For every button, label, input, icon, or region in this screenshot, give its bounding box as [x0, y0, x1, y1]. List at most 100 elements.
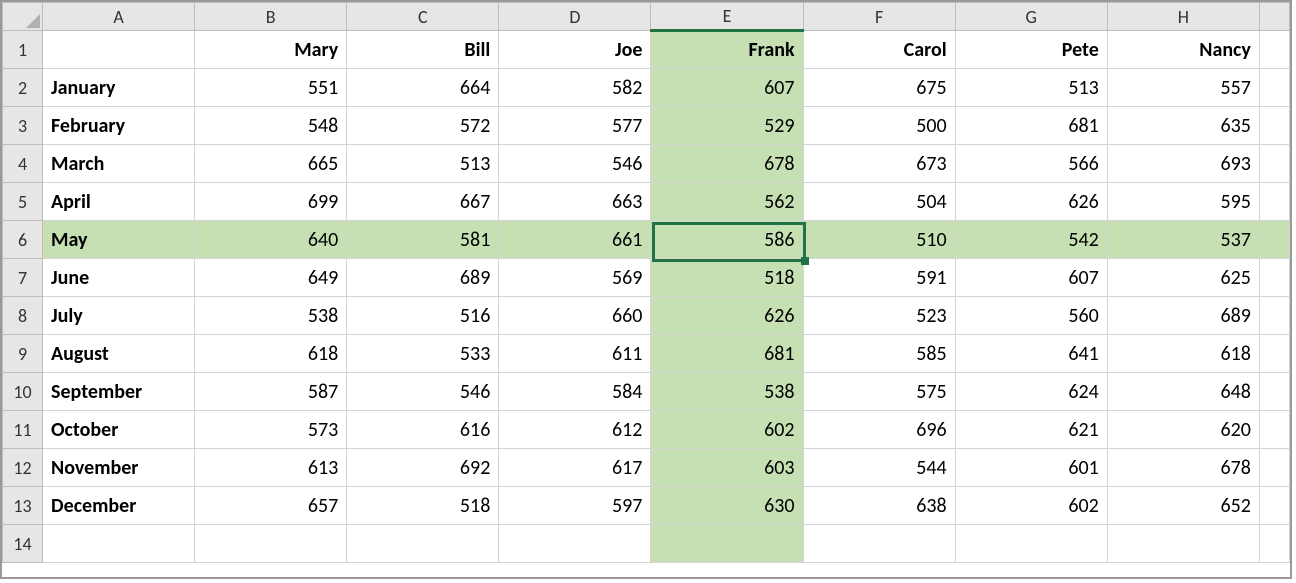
cell-A11[interactable]: October	[43, 411, 195, 449]
cell-G7[interactable]: 607	[955, 259, 1107, 297]
cell-H7[interactable]: 625	[1107, 259, 1259, 297]
col-header-C[interactable]: C	[347, 3, 499, 31]
cell-blank-1[interactable]	[1259, 31, 1289, 69]
cell-blank-6[interactable]	[1259, 221, 1289, 259]
cell-G12[interactable]: 601	[955, 449, 1107, 487]
cell-D3[interactable]: 577	[499, 107, 651, 145]
cell-C14[interactable]	[347, 525, 499, 563]
cell-D1[interactable]: Joe	[499, 31, 651, 69]
cell-C6[interactable]: 581	[347, 221, 499, 259]
cell-B11[interactable]: 573	[195, 411, 347, 449]
cell-C11[interactable]: 616	[347, 411, 499, 449]
col-header-A[interactable]: A	[43, 3, 195, 31]
row-header-10[interactable]: 10	[3, 373, 43, 411]
cell-B4[interactable]: 665	[195, 145, 347, 183]
cell-blank-12[interactable]	[1259, 449, 1289, 487]
cell-blank-3[interactable]	[1259, 107, 1289, 145]
cell-E14[interactable]	[651, 525, 803, 563]
cell-A1[interactable]	[43, 31, 195, 69]
cell-A5[interactable]: April	[43, 183, 195, 221]
row-header-1[interactable]: 1	[3, 31, 43, 69]
cell-blank-11[interactable]	[1259, 411, 1289, 449]
cell-D12[interactable]: 617	[499, 449, 651, 487]
cell-E13[interactable]: 630	[651, 487, 803, 525]
row-header-5[interactable]: 5	[3, 183, 43, 221]
cell-G6[interactable]: 542	[955, 221, 1107, 259]
cell-H5[interactable]: 595	[1107, 183, 1259, 221]
cell-H9[interactable]: 618	[1107, 335, 1259, 373]
cell-E5[interactable]: 562	[651, 183, 803, 221]
cell-C2[interactable]: 664	[347, 69, 499, 107]
col-header-E[interactable]: E	[651, 3, 803, 31]
cell-D6[interactable]: 661	[499, 221, 651, 259]
cell-H11[interactable]: 620	[1107, 411, 1259, 449]
cell-F11[interactable]: 696	[803, 411, 955, 449]
cell-blank-13[interactable]	[1259, 487, 1289, 525]
cell-A8[interactable]: July	[43, 297, 195, 335]
cell-E2[interactable]: 607	[651, 69, 803, 107]
cell-E9[interactable]: 681	[651, 335, 803, 373]
cell-E10[interactable]: 538	[651, 373, 803, 411]
cell-D10[interactable]: 584	[499, 373, 651, 411]
cell-blank-14[interactable]	[1259, 525, 1289, 563]
cell-E8[interactable]: 626	[651, 297, 803, 335]
cell-A6[interactable]: May	[43, 221, 195, 259]
cell-C12[interactable]: 692	[347, 449, 499, 487]
cell-D7[interactable]: 569	[499, 259, 651, 297]
cell-E3[interactable]: 529	[651, 107, 803, 145]
cell-A14[interactable]	[43, 525, 195, 563]
cell-C4[interactable]: 513	[347, 145, 499, 183]
cell-A9[interactable]: August	[43, 335, 195, 373]
cell-E12[interactable]: 603	[651, 449, 803, 487]
col-header-H[interactable]: H	[1107, 3, 1259, 31]
cell-B13[interactable]: 657	[195, 487, 347, 525]
cell-C5[interactable]: 667	[347, 183, 499, 221]
row-header-2[interactable]: 2	[3, 69, 43, 107]
cell-H8[interactable]: 689	[1107, 297, 1259, 335]
cell-A4[interactable]: March	[43, 145, 195, 183]
cell-blank-10[interactable]	[1259, 373, 1289, 411]
cell-H4[interactable]: 693	[1107, 145, 1259, 183]
row-header-7[interactable]: 7	[3, 259, 43, 297]
cell-F5[interactable]: 504	[803, 183, 955, 221]
cell-C8[interactable]: 516	[347, 297, 499, 335]
cell-B2[interactable]: 551	[195, 69, 347, 107]
cell-F10[interactable]: 575	[803, 373, 955, 411]
cell-D4[interactable]: 546	[499, 145, 651, 183]
col-header-blank[interactable]	[1259, 3, 1289, 31]
cell-blank-9[interactable]	[1259, 335, 1289, 373]
cell-F2[interactable]: 675	[803, 69, 955, 107]
row-header-9[interactable]: 9	[3, 335, 43, 373]
cell-B9[interactable]: 618	[195, 335, 347, 373]
cell-G5[interactable]: 626	[955, 183, 1107, 221]
cell-D9[interactable]: 611	[499, 335, 651, 373]
fill-handle[interactable]	[801, 257, 809, 265]
cell-blank-7[interactable]	[1259, 259, 1289, 297]
cell-G8[interactable]: 560	[955, 297, 1107, 335]
cell-F6[interactable]: 510	[803, 221, 955, 259]
cell-E7[interactable]: 518	[651, 259, 803, 297]
cell-A13[interactable]: December	[43, 487, 195, 525]
cell-blank-2[interactable]	[1259, 69, 1289, 107]
row-header-6[interactable]: 6	[3, 221, 43, 259]
cell-H10[interactable]: 648	[1107, 373, 1259, 411]
cell-D5[interactable]: 663	[499, 183, 651, 221]
col-header-F[interactable]: F	[803, 3, 955, 31]
cell-D2[interactable]: 582	[499, 69, 651, 107]
cell-B14[interactable]	[195, 525, 347, 563]
cell-C9[interactable]: 533	[347, 335, 499, 373]
row-header-3[interactable]: 3	[3, 107, 43, 145]
cell-blank-8[interactable]	[1259, 297, 1289, 335]
cell-B6[interactable]: 640	[195, 221, 347, 259]
cell-B12[interactable]: 613	[195, 449, 347, 487]
cell-G13[interactable]: 602	[955, 487, 1107, 525]
cell-blank-5[interactable]	[1259, 183, 1289, 221]
cell-F14[interactable]	[803, 525, 955, 563]
cell-A7[interactable]: June	[43, 259, 195, 297]
col-header-B[interactable]: B	[195, 3, 347, 31]
cell-G3[interactable]: 681	[955, 107, 1107, 145]
cell-G2[interactable]: 513	[955, 69, 1107, 107]
spreadsheet-grid[interactable]: A B C D E F G H 1 Mary Bill Joe Frank Ca…	[0, 0, 1292, 579]
cell-G9[interactable]: 641	[955, 335, 1107, 373]
cell-C13[interactable]: 518	[347, 487, 499, 525]
